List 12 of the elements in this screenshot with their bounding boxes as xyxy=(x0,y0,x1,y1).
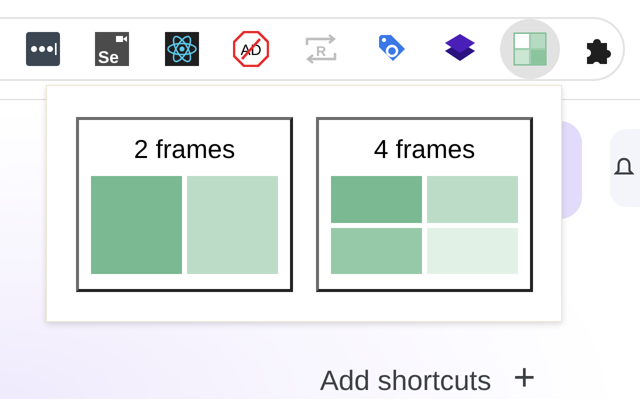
selenium-icon: Se xyxy=(94,31,130,67)
option-title: 2 frames xyxy=(132,133,236,166)
add-shortcuts-label: Add shortcuts xyxy=(320,366,492,397)
bell-button[interactable] xyxy=(610,129,640,207)
layout-option-card[interactable]: 4 frames xyxy=(316,117,533,292)
grid-icon xyxy=(512,31,548,67)
option-title: 4 frames xyxy=(372,133,476,166)
extension-button[interactable]: Se xyxy=(88,25,136,73)
dots-icon xyxy=(24,31,61,67)
atom-icon xyxy=(164,31,200,67)
add-shortcut-button[interactable]: + xyxy=(513,359,536,397)
layout-option-card[interactable]: 2 frames xyxy=(76,117,293,292)
